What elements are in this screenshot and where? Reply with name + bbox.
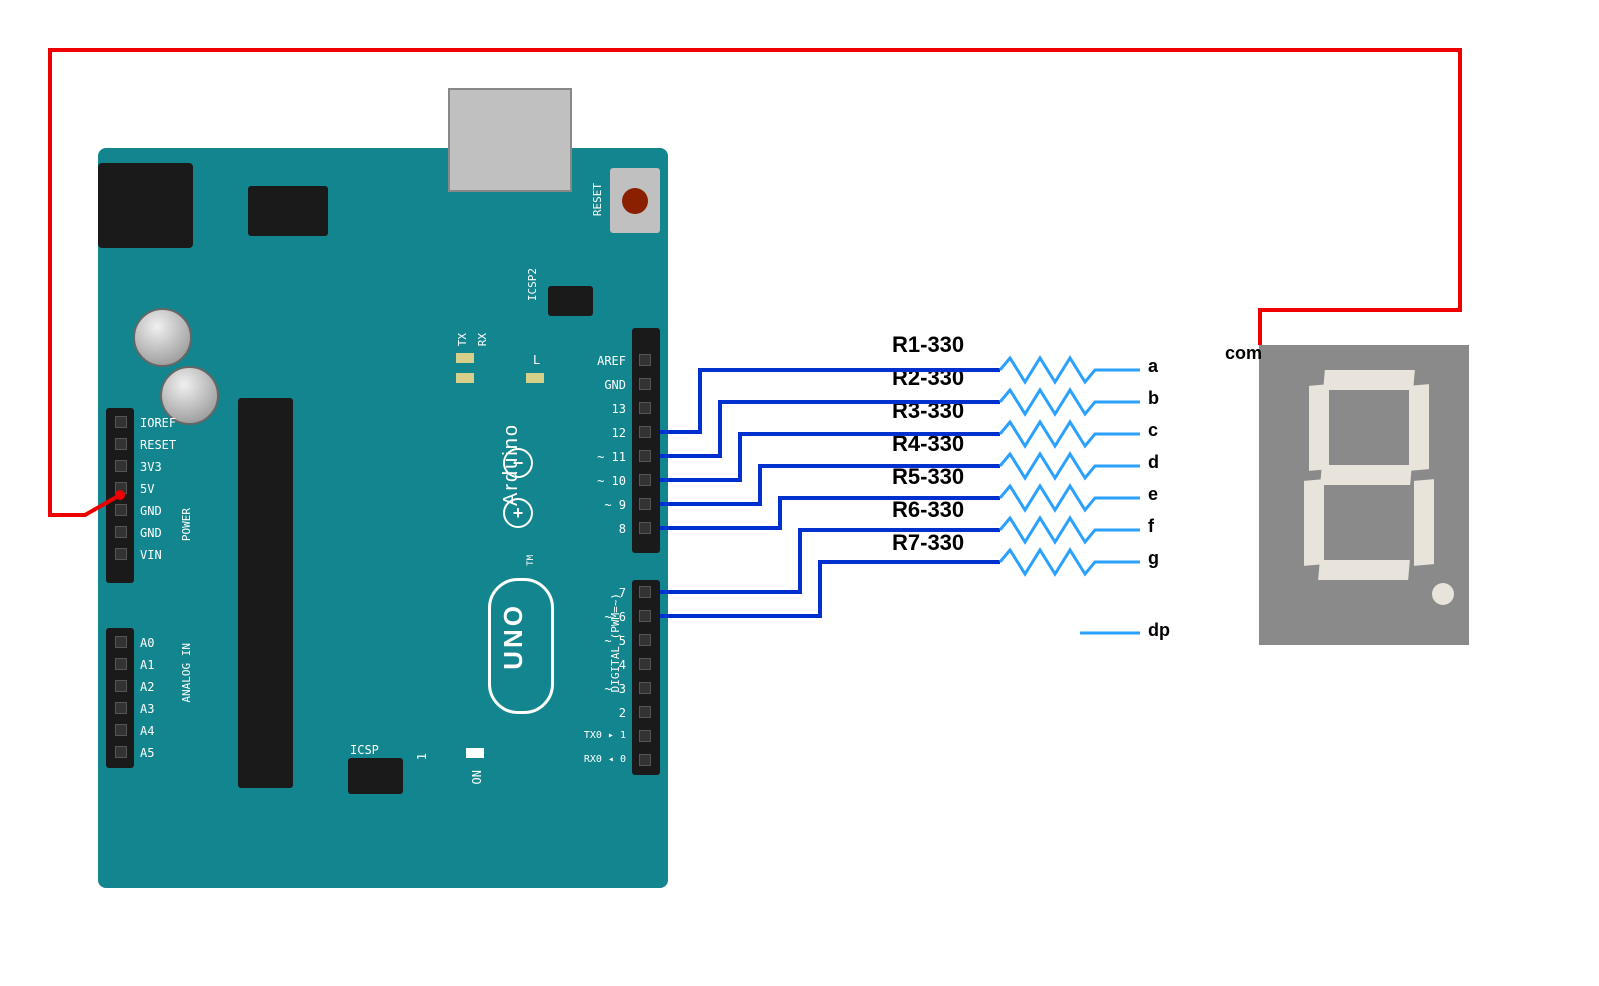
l-led xyxy=(526,373,544,383)
seg-e-label: e xyxy=(1148,484,1158,505)
tx-led xyxy=(456,353,474,363)
seg-g-label: g xyxy=(1148,548,1159,569)
icsp2-label: ICSP2 xyxy=(526,268,539,301)
segment-d xyxy=(1318,560,1410,580)
pin-reset: RESET xyxy=(140,438,176,452)
seg-c-label: c xyxy=(1148,420,1158,441)
seg-dp-label: dp xyxy=(1148,620,1170,641)
pin-2: 2 xyxy=(619,706,626,720)
digital-section-label: DIGITAL (PWM=~) xyxy=(609,593,622,692)
capacitor-1 xyxy=(133,308,192,367)
pin-aref: AREF xyxy=(597,354,626,368)
wire-d6 xyxy=(660,562,1000,616)
pin-10: ~ 10 xyxy=(597,474,626,488)
power-section-label: POWER xyxy=(180,508,193,541)
seven-seg-digit xyxy=(1309,370,1429,580)
icsp-header xyxy=(348,758,403,794)
seven-segment-display xyxy=(1259,345,1469,645)
l-label: L xyxy=(533,353,540,367)
pin-a3: A3 xyxy=(140,702,154,716)
rx-label: RX xyxy=(476,333,489,346)
on-label: ON xyxy=(470,770,484,784)
pin-a0: A0 xyxy=(140,636,154,650)
resistor-r7-label: R7-330 xyxy=(892,530,964,556)
reset-button[interactable] xyxy=(610,168,660,233)
arduino-uno-board: RESET ICSP2 ICSP TX RX L IOREF RESET 3V3… xyxy=(98,148,668,888)
pin-0: RX0 ◂ 0 xyxy=(584,754,626,765)
pin-a2: A2 xyxy=(140,680,154,694)
segment-b xyxy=(1409,384,1429,471)
icsp2-header xyxy=(548,286,593,316)
rx-led xyxy=(456,373,474,383)
seg-b-label: b xyxy=(1148,388,1159,409)
pin-13: 13 xyxy=(612,402,626,416)
pin-ioref: IOREF xyxy=(140,416,176,430)
pin-a5: A5 xyxy=(140,746,154,760)
uno-model: UNO xyxy=(498,603,529,670)
reset-button-cap xyxy=(622,188,648,214)
wiring-diagram: RESET ICSP2 ICSP TX RX L IOREF RESET 3V3… xyxy=(0,0,1599,986)
tx-label: TX xyxy=(456,333,469,346)
resistor-r1-label: R1-330 xyxy=(892,332,964,358)
voltage-regulator xyxy=(248,186,328,236)
pin-gnd-r: GND xyxy=(604,378,626,392)
seg-a-label: a xyxy=(1148,356,1158,377)
pin-3v3: 3V3 xyxy=(140,460,162,474)
plus-icon: + xyxy=(503,498,533,528)
one-label: 1 xyxy=(415,753,429,760)
pin-5v: 5V xyxy=(140,482,154,496)
pin-8: 8 xyxy=(619,522,626,536)
resistor-r4 xyxy=(1000,454,1140,478)
pin-gnd2: GND xyxy=(140,526,162,540)
segment-g xyxy=(1320,465,1412,485)
segment-c xyxy=(1414,479,1434,566)
resistor-r5 xyxy=(1000,486,1140,510)
resistor-r6-label: R6-330 xyxy=(892,497,964,523)
resistor-r6 xyxy=(1000,518,1140,542)
segment-f xyxy=(1309,384,1329,471)
seg-f-label: f xyxy=(1148,516,1154,537)
pin-1: TX0 ▸ 1 xyxy=(584,730,626,741)
resistor-r2-label: R2-330 xyxy=(892,365,964,391)
segment-a xyxy=(1323,370,1415,390)
resistor-r2 xyxy=(1000,390,1140,414)
atmega-chip xyxy=(238,398,293,788)
pin-9: ~ 9 xyxy=(604,498,626,512)
resistor-r5-label: R5-330 xyxy=(892,464,964,490)
pin-a4: A4 xyxy=(140,724,154,738)
segment-e xyxy=(1304,479,1324,566)
pin-12: 12 xyxy=(612,426,626,440)
minus-icon: − xyxy=(503,448,533,478)
resistor-r1 xyxy=(1000,358,1140,382)
pin-vin: VIN xyxy=(140,548,162,562)
usb-port xyxy=(448,88,572,192)
tm-label: TM xyxy=(526,555,536,566)
icsp-label: ICSP xyxy=(350,743,379,757)
power-jack xyxy=(98,163,193,248)
resistor-r3-label: R3-330 xyxy=(892,398,964,424)
pin-11: ~ 11 xyxy=(597,450,626,464)
resistor-r4-label: R4-330 xyxy=(892,431,964,457)
analog-section-label: ANALOG IN xyxy=(180,643,193,703)
pin-a1: A1 xyxy=(140,658,154,672)
resistor-r3 xyxy=(1000,422,1140,446)
pin-gnd1: GND xyxy=(140,504,162,518)
segment-dp xyxy=(1432,583,1454,605)
on-led xyxy=(466,748,484,758)
resistor-r7 xyxy=(1000,550,1140,574)
seg-com-label: com xyxy=(1225,343,1262,364)
seg-d-label: d xyxy=(1148,452,1159,473)
reset-label: RESET xyxy=(591,183,604,216)
